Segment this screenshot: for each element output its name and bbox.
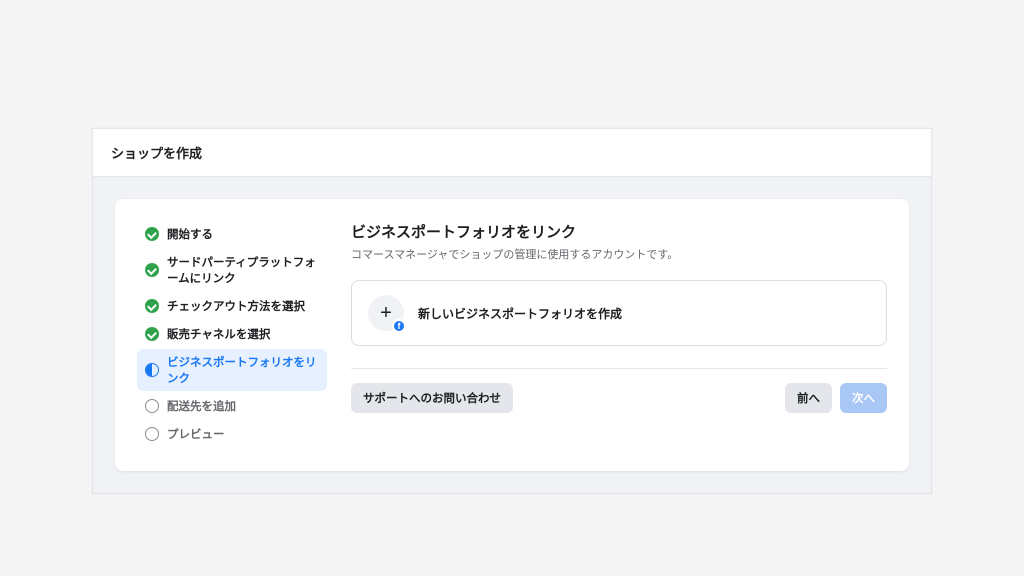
step-preview[interactable]: プレビュー xyxy=(137,421,327,447)
footer-row: サポートへのお問い合わせ 前へ 次へ xyxy=(351,383,887,413)
page-title: ショップを作成 xyxy=(111,143,913,162)
facebook-badge-icon: f xyxy=(392,319,406,333)
app-frame: ショップを作成 開始する サードパーティプラットフォームにリンク チェックアウト… xyxy=(92,128,932,494)
check-icon xyxy=(145,227,159,241)
steps-sidebar: 開始する サードパーティプラットフォームにリンク チェックアウト方法を選択 販売… xyxy=(137,221,327,449)
step-business-portfolio[interactable]: ビジネスポートフォリオをリンク xyxy=(137,349,327,391)
divider xyxy=(351,368,887,369)
circle-icon xyxy=(145,399,159,413)
half-circle-icon xyxy=(145,363,159,377)
create-portfolio-option[interactable]: + f 新しいビジネスポートフォリオを作成 xyxy=(351,280,887,346)
content-card: 開始する サードパーティプラットフォームにリンク チェックアウト方法を選択 販売… xyxy=(115,199,909,471)
footer-right: 前へ 次へ xyxy=(785,383,887,413)
check-icon xyxy=(145,263,159,277)
step-label: 開始する xyxy=(167,226,213,242)
step-label: 配送先を追加 xyxy=(167,398,236,414)
main-title: ビジネスポートフォリオをリンク xyxy=(351,221,887,242)
step-label: 販売チャネルを選択 xyxy=(167,326,270,342)
support-button[interactable]: サポートへのお問い合わせ xyxy=(351,383,513,413)
page-background: ショップを作成 開始する サードパーティプラットフォームにリンク チェックアウト… xyxy=(0,0,1024,576)
step-label: プレビュー xyxy=(167,426,225,442)
step-start[interactable]: 開始する xyxy=(137,221,327,247)
circle-icon xyxy=(145,427,159,441)
step-shipping[interactable]: 配送先を追加 xyxy=(137,393,327,419)
main-subtitle: コマースマネージャでショップの管理に使用するアカウントです。 xyxy=(351,246,887,262)
back-button[interactable]: 前へ xyxy=(785,383,832,413)
option-icon-wrap: + f xyxy=(368,295,404,331)
step-platform-link[interactable]: サードパーティプラットフォームにリンク xyxy=(137,249,327,291)
step-label: チェックアウト方法を選択 xyxy=(167,298,305,314)
next-button[interactable]: 次へ xyxy=(840,383,887,413)
check-icon xyxy=(145,299,159,313)
main-content: ビジネスポートフォリオをリンク コマースマネージャでショップの管理に使用するアカ… xyxy=(351,221,887,449)
step-sales-channel[interactable]: 販売チャネルを選択 xyxy=(137,321,327,347)
header-bar: ショップを作成 xyxy=(93,129,931,177)
step-checkout[interactable]: チェックアウト方法を選択 xyxy=(137,293,327,319)
step-label: ビジネスポートフォリオをリンク xyxy=(167,354,319,386)
body-area: 開始する サードパーティプラットフォームにリンク チェックアウト方法を選択 販売… xyxy=(93,177,931,493)
step-label: サードパーティプラットフォームにリンク xyxy=(167,254,319,286)
check-icon xyxy=(145,327,159,341)
option-label: 新しいビジネスポートフォリオを作成 xyxy=(418,305,622,322)
